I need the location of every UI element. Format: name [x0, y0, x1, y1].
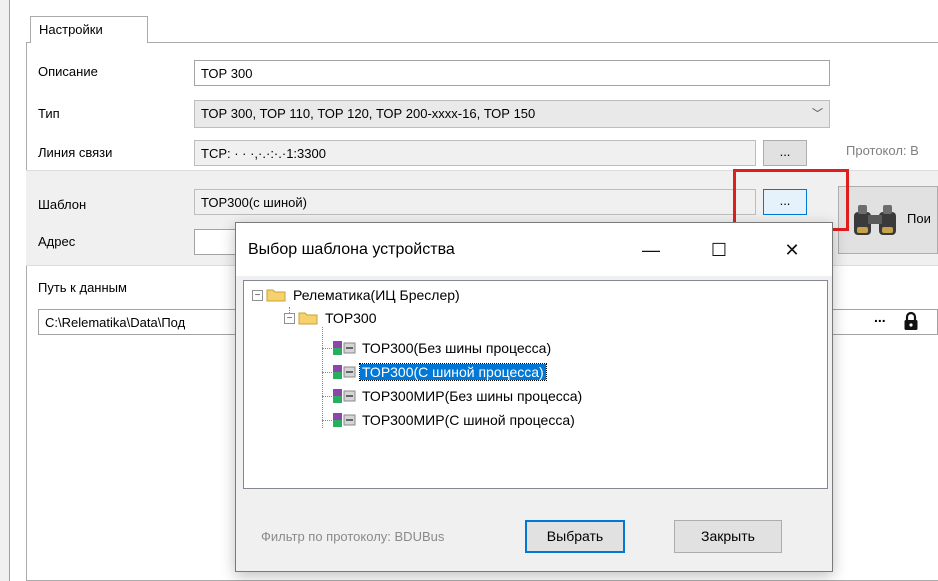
device-icon — [333, 389, 356, 403]
collapse-icon[interactable]: − — [252, 289, 263, 301]
line-label: Линия связи — [38, 145, 113, 160]
tree-item-label: ТОР300МИР(Без шины процесса) — [362, 388, 583, 404]
tree-item-label: ТОР300(С шиной процесса) — [359, 363, 547, 381]
search-button[interactable]: Пои — [838, 186, 938, 254]
protocol-label: Протокол: B — [846, 143, 919, 158]
protocol-filter-label: Фильтр по протоколу: BDUBus — [261, 529, 445, 544]
template-field[interactable]: ТОР300(с шиной) — [194, 189, 756, 215]
chevron-down-icon: ﹀ — [812, 108, 823, 120]
tree-item[interactable]: ТОР300(Без шины процесса) — [332, 338, 553, 358]
line-field[interactable]: TCP: · · ·,·.·:·.·1:3300 — [194, 140, 756, 166]
tree-group-label: ТОР300 — [325, 310, 377, 326]
tab-settings[interactable]: Настройки — [30, 16, 148, 43]
tree-connector — [322, 420, 332, 421]
type-select[interactable]: ТОР 300, ТОР 110, ТОР 120, ТОР 200-xxxx-… — [194, 100, 830, 128]
data-path-label: Путь к данным — [38, 280, 127, 295]
dialog-title: Выбор шаблона устройства — [248, 241, 455, 258]
folder-icon — [298, 312, 318, 325]
tree-item-label: ТОР300(Без шины процесса) — [362, 340, 552, 356]
type-value: ТОР 300, ТОР 110, ТОР 120, ТОР 200-xxxx-… — [201, 106, 536, 121]
binoculars-icon — [854, 205, 896, 235]
device-icon — [333, 341, 356, 355]
address-label: Адрес — [38, 234, 76, 249]
device-icon — [333, 365, 356, 379]
description-field[interactable]: ТОР 300 — [194, 60, 830, 86]
window-left-border — [0, 0, 10, 581]
tree-connector — [322, 327, 323, 428]
tree-connector — [322, 348, 332, 349]
dialog-body: − Релематика(ИЦ Бреслер) − ТОР300 ТОР300… — [236, 276, 832, 571]
device-icon — [333, 413, 356, 427]
maximize-button[interactable]: ☐ — [696, 233, 742, 267]
tree-root-node[interactable]: − Релематика(ИЦ Бреслер) — [252, 285, 462, 305]
line-browse-button[interactable]: ... — [763, 140, 807, 166]
tree-root-label: Релематика(ИЦ Бреслер) — [293, 287, 460, 303]
tree-connector — [322, 396, 332, 397]
search-label: Пои — [907, 211, 931, 226]
minimize-button[interactable]: — — [628, 233, 674, 267]
description-label: Описание — [38, 64, 98, 79]
tree-item-selected[interactable]: ТОР300(С шиной процесса) — [332, 362, 547, 382]
lock-icon[interactable] — [903, 311, 919, 331]
template-tree[interactable]: − Релематика(ИЦ Бреслер) − ТОР300 ТОР300… — [243, 280, 828, 489]
tree-connector — [322, 372, 332, 373]
data-path-browse-button[interactable]: ... — [874, 309, 886, 325]
tree-item[interactable]: ТОР300МИР(Без шины процесса) — [332, 386, 584, 406]
template-browse-button[interactable]: ... — [763, 189, 807, 215]
dialog-titlebar: Выбор шаблона устройства — ☐ ✕ — [236, 223, 832, 276]
type-label: Тип — [38, 106, 60, 121]
template-select-dialog: Выбор шаблона устройства — ☐ ✕ − Релемат… — [235, 222, 833, 572]
tree-group-node[interactable]: − ТОР300 — [284, 308, 379, 328]
close-button[interactable]: ✕ — [769, 233, 815, 267]
template-label: Шаблон — [38, 197, 87, 212]
folder-icon — [266, 289, 286, 302]
dialog-close-button[interactable]: Закрыть — [674, 520, 782, 553]
tree-item[interactable]: ТОР300МИР(С шиной процесса) — [332, 410, 577, 430]
select-button[interactable]: Выбрать — [525, 520, 625, 553]
tree-item-label: ТОР300МИР(С шиной процесса) — [362, 412, 575, 428]
collapse-icon[interactable]: − — [284, 312, 295, 324]
